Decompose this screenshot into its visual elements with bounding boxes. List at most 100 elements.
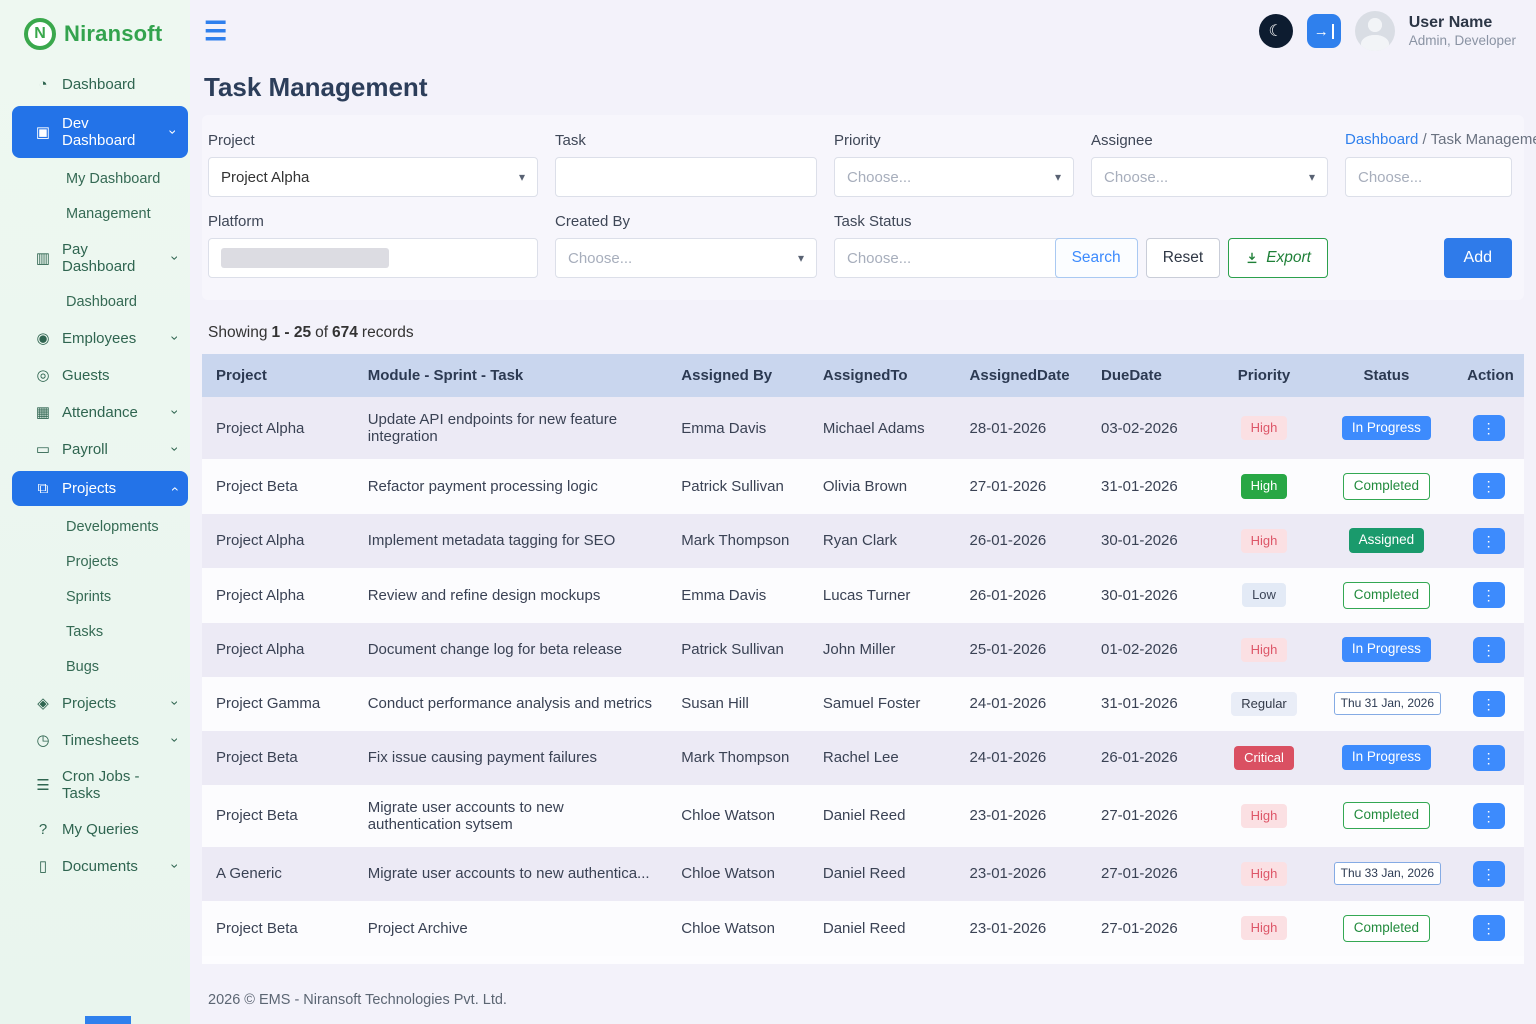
cell-project: Project Beta xyxy=(202,785,354,847)
status-badge: In Progress xyxy=(1342,637,1431,662)
row-actions-button[interactable]: ⋮ xyxy=(1473,582,1505,608)
cell-project: Project Beta xyxy=(202,459,354,514)
add-button[interactable]: Add xyxy=(1444,238,1512,278)
cell-status: Completed xyxy=(1320,568,1454,623)
sidebar-item-management[interactable]: Management xyxy=(0,197,190,231)
cell-due-date: 27-01-2026 xyxy=(1087,901,1208,956)
sidebar-item-dashboard[interactable]: Dashboard xyxy=(0,285,190,319)
sidebar-item-developments[interactable]: Developments xyxy=(0,510,190,544)
sidebar-item-payroll[interactable]: ▭Payroll› xyxy=(0,431,190,467)
sidebar-item-projects[interactable]: Projects xyxy=(0,545,190,579)
breadcrumb-separator: / xyxy=(1418,131,1430,148)
row-actions-button[interactable]: ⋮ xyxy=(1473,803,1505,829)
sidebar-scrollbar-thumb[interactable] xyxy=(85,1016,131,1024)
export-button[interactable]: Export xyxy=(1228,238,1328,278)
row-actions-button[interactable]: ⋮ xyxy=(1473,691,1505,717)
task-input[interactable] xyxy=(555,157,817,197)
table-body: Project AlphaUpdate API endpoints for ne… xyxy=(202,397,1524,956)
topbar: ☰ ☾ → User Name Admin, Developer xyxy=(190,0,1536,62)
cron-jobs-icon: ☰ xyxy=(34,776,52,794)
priority-select[interactable]: Choose... ▾ xyxy=(834,157,1074,197)
reset-button[interactable]: Reset xyxy=(1146,238,1221,278)
cell-assigned-date: 23-01-2026 xyxy=(956,847,1087,901)
breadcrumb-dashboard-link[interactable]: Dashboard xyxy=(1345,131,1418,148)
cell-priority: High xyxy=(1208,847,1319,901)
sidebar-item-projects[interactable]: ◈Projects› xyxy=(0,685,190,721)
sidebar-item-pay-dashboard[interactable]: ▥Pay Dashboard› xyxy=(0,232,190,284)
sidebar-item-dev-dashboard[interactable]: ▣Dev Dashboard› xyxy=(12,106,188,158)
logout-button[interactable]: → xyxy=(1307,14,1341,48)
cell-task: Review and refine design mockups xyxy=(354,568,668,623)
dev-dashboard-icon: ▣ xyxy=(34,123,52,141)
logout-icon: → xyxy=(1314,24,1334,39)
column-header-assigneddate: AssignedDate xyxy=(956,354,1087,397)
content: Task Management Project Project Alpha ▾ … xyxy=(190,62,1536,1024)
status-date-field[interactable]: Thu 33 Jan, 2026 xyxy=(1334,862,1441,885)
avatar[interactable] xyxy=(1355,11,1395,51)
sidebar-item-attendance[interactable]: ▦Attendance› xyxy=(0,394,190,430)
row-actions-button[interactable]: ⋮ xyxy=(1473,745,1505,771)
sidebar-item-sprints[interactable]: Sprints xyxy=(0,580,190,614)
cell-assigned-date: 25-01-2026 xyxy=(956,623,1087,677)
sidebar-item-dashboard[interactable]: ◔Dashboard xyxy=(0,67,190,102)
status-badge: In Progress xyxy=(1342,745,1431,770)
row-actions-button[interactable]: ⋮ xyxy=(1473,415,1505,441)
column-header-priority: Priority xyxy=(1208,354,1319,397)
topbar-right: ☾ → User Name Admin, Developer xyxy=(1259,11,1516,51)
assignee-filter-label: Assignee xyxy=(1091,132,1328,149)
cell-action: ⋮ xyxy=(1453,785,1524,847)
main-area: ☰ ☾ → User Name Admin, Developer Task Ma… xyxy=(190,0,1536,1024)
sidebar-item-projects[interactable]: ⧉Projects› xyxy=(12,471,188,506)
chevron-down-icon: › xyxy=(168,410,184,415)
row-actions-button[interactable]: ⋮ xyxy=(1473,637,1505,663)
chevron-down-icon: › xyxy=(168,256,184,261)
project-filter-label: Project xyxy=(208,132,538,149)
row-actions-button[interactable]: ⋮ xyxy=(1473,528,1505,554)
sidebar-item-tasks[interactable]: Tasks xyxy=(0,615,190,649)
cell-assigned-to: Ryan Clark xyxy=(809,514,956,568)
search-button[interactable]: Search xyxy=(1055,238,1138,278)
created-by-select-placeholder: Choose... xyxy=(568,250,632,267)
row-actions-button[interactable]: ⋮ xyxy=(1473,915,1505,941)
table-row: Project GammaConduct performance analysi… xyxy=(202,677,1524,731)
cell-task: Project Archive xyxy=(354,901,668,956)
chevron-down-icon: › xyxy=(168,336,184,341)
sidebar-item-documents[interactable]: ▯Documents› xyxy=(0,848,190,884)
created-by-select[interactable]: Choose... ▾ xyxy=(555,238,817,278)
task-status-input[interactable] xyxy=(834,238,1074,278)
user-role: Admin, Developer xyxy=(1409,33,1516,50)
cell-assigned-date: 27-01-2026 xyxy=(956,459,1087,514)
cell-assigned-date: 28-01-2026 xyxy=(956,397,1087,459)
cell-assigned-to: Daniel Reed xyxy=(809,785,956,847)
sidebar-item-my-dashboard[interactable]: My Dashboard xyxy=(0,162,190,196)
platform-input[interactable] xyxy=(208,238,538,278)
sidebar-item-bugs[interactable]: Bugs xyxy=(0,650,190,684)
sidebar-item-my-queries[interactable]: ?My Queries xyxy=(0,812,190,847)
extra-filter-input[interactable] xyxy=(1345,157,1512,197)
cell-due-date: 03-02-2026 xyxy=(1087,397,1208,459)
sidebar: N Niransoft ◔Dashboard ▣Dev Dashboard› My … xyxy=(0,0,190,1024)
assignee-select[interactable]: Choose... ▾ xyxy=(1091,157,1328,197)
cell-project: Project Alpha xyxy=(202,397,354,459)
sidebar-item-employees[interactable]: ◉Employees› xyxy=(0,320,190,356)
projects-alt-icon: ◈ xyxy=(34,694,52,712)
caret-down-icon: ▾ xyxy=(1055,170,1061,184)
row-actions-button[interactable]: ⋮ xyxy=(1473,861,1505,887)
project-select[interactable]: Project Alpha ▾ xyxy=(208,157,538,197)
row-actions-button[interactable]: ⋮ xyxy=(1473,473,1505,499)
cell-assigned-date: 24-01-2026 xyxy=(956,731,1087,785)
cell-task: Document change log for beta release xyxy=(354,623,668,677)
brand-logo[interactable]: N Niransoft xyxy=(0,0,190,66)
column-header-duedate: DueDate xyxy=(1087,354,1208,397)
priority-badge: High xyxy=(1241,474,1288,498)
sidebar-item-timesheets[interactable]: ◷Timesheets› xyxy=(0,722,190,758)
sidebar-item-label: Timesheets xyxy=(62,732,139,749)
dark-mode-toggle[interactable]: ☾ xyxy=(1259,14,1293,48)
project-select-value: Project Alpha xyxy=(221,169,309,186)
priority-badge: High xyxy=(1241,916,1288,940)
cell-priority: High xyxy=(1208,397,1319,459)
sidebar-item-cron-jobs-tasks[interactable]: ☰Cron Jobs - Tasks xyxy=(0,759,190,811)
status-date-field[interactable]: Thu 31 Jan, 2026 xyxy=(1334,692,1441,715)
hamburger-menu-icon[interactable]: ☰ xyxy=(204,18,227,44)
sidebar-item-guests[interactable]: ◎Guests xyxy=(0,357,190,393)
